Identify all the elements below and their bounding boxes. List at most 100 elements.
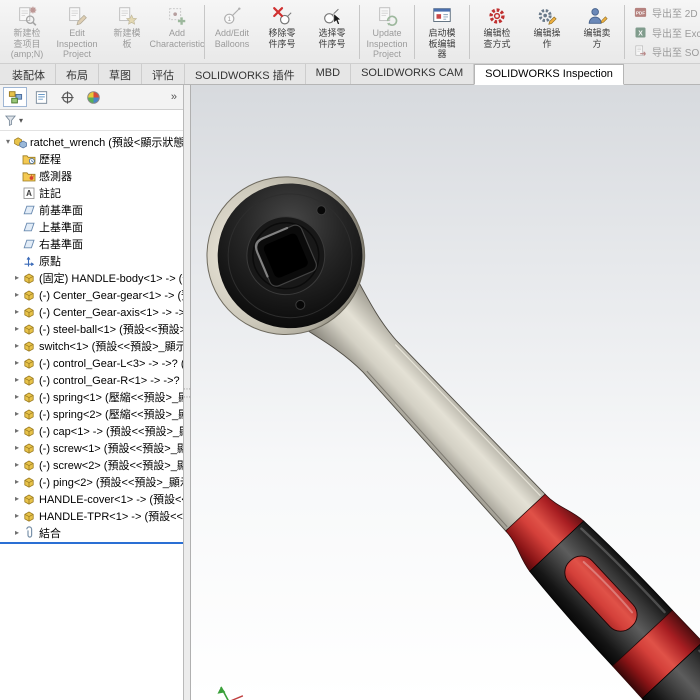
dimxpert-manager-tab[interactable]	[55, 87, 79, 107]
tree-item[interactable]: ▸ (-) screw<1> (預設<<預設>_顯示	[0, 439, 183, 456]
expand-arrow[interactable]: ▸	[12, 426, 22, 435]
expand-arrow[interactable]: ▸	[12, 528, 22, 537]
ribbon-button-label: 编辑操作	[533, 28, 561, 49]
svg-text:A: A	[26, 189, 32, 198]
expand-arrow[interactable]: ▸	[12, 511, 22, 520]
tree-item[interactable]: ▸ (-) control_Gear-L<3> -> ->? (預設<	[0, 354, 183, 371]
tree-item[interactable]: ▸ (-) ping<2> (預設<<預設>_顯示狀	[0, 473, 183, 490]
expand-arrow[interactable]: ▸	[12, 392, 22, 401]
ribbon-button-launch-template-editor[interactable]: 启动模 板编辑器	[417, 1, 467, 63]
ribbon-button-edit-inspection-project[interactable]: Edit Inspection Project	[52, 1, 102, 63]
export-label: 导出至 2D PDF	[652, 8, 700, 20]
ribbon-button-edit-vendor[interactable]: 编辑卖方	[572, 1, 622, 63]
main-content: » ▾ ▾ ratchet_wrench (預設<顯示狀態-1>) 歷程感測器 A 註記…	[0, 85, 700, 700]
ribbon-button-add-edit-balloons[interactable]: 1 Add/Edit Balloons	[207, 1, 257, 63]
ribbon-separator	[359, 5, 360, 59]
ribbon: 新建检 查项目 (amp;N) Edit Inspection Project 新建模板 Ad…	[0, 0, 700, 64]
command-tab[interactable]: 装配体	[2, 64, 56, 84]
property-manager-tab[interactable]	[29, 87, 53, 107]
part-icon	[24, 409, 34, 420]
tree-item[interactable]: ▸ (-) spring<2> (壓縮<<預設>_顯示	[0, 405, 183, 422]
expand-arrow[interactable]: ▸	[12, 494, 22, 503]
ribbon-button-add-characteristic[interactable]: Add Characteristic	[149, 1, 205, 63]
edit-operation-icon	[538, 9, 557, 25]
ribbon-button-export-2d-pdf[interactable]: PDF 导出至 2D PDF	[630, 3, 700, 22]
tree-item[interactable]: ▸ (-) Center_Gear-gear<1> -> (預設	[0, 286, 183, 303]
tree-item[interactable]: ▸ (固定) HANDLE-body<1> -> (預設	[0, 269, 183, 286]
expand-arrow[interactable]: ▸	[12, 324, 22, 333]
part-icon	[24, 426, 34, 437]
ribbon-button-select-balloons[interactable]: 选择零 件序号	[307, 1, 357, 63]
filter-dropdown-caret[interactable]: ▾	[19, 116, 23, 125]
ribbon-button-label: 编辑检 查方式	[483, 28, 511, 49]
tree-item[interactable]: A 註記	[0, 184, 183, 201]
expand-arrow[interactable]: ▸	[12, 307, 22, 316]
template-editor-icon	[433, 8, 451, 22]
expand-arrow[interactable]: ▸	[12, 358, 22, 367]
expand-arrow[interactable]: ▸	[12, 375, 22, 384]
plane-icon	[23, 239, 35, 248]
tree-item[interactable]: ▸ (-) Center_Gear-axis<1> -> ->? (預設	[0, 303, 183, 320]
ribbon-button-edit-operation[interactable]: 编辑操作	[522, 1, 572, 63]
plane-icon	[23, 222, 35, 231]
graphics-viewport[interactable]	[191, 85, 700, 700]
command-tab[interactable]: MBD	[306, 64, 352, 84]
tree-item-label: (-) spring<1> (壓縮<<預設>_顯示	[39, 391, 183, 404]
ribbon-button-label: Add Characteristic	[149, 28, 205, 49]
tree-filter-row[interactable]: ▾	[0, 110, 183, 131]
select-balloon-icon	[324, 8, 342, 25]
tree-item[interactable]: 歷程	[0, 150, 183, 167]
command-tab[interactable]: 草图	[99, 64, 142, 84]
tree-item[interactable]: ▸ (-) steel-ball<1> (預設<<預設>_顯	[0, 320, 183, 337]
tree-item[interactable]: 上基準面	[0, 218, 183, 235]
tree-item[interactable]: ▸ (-) spring<1> (壓縮<<預設>_顯示	[0, 388, 183, 405]
expand-arrow[interactable]: ▾	[3, 137, 13, 146]
tree-item[interactable]: ▸ (-) control_Gear-R<1> -> ->? (預設<	[0, 371, 183, 388]
ribbon-separator	[624, 5, 625, 59]
command-tab[interactable]: 布局	[56, 64, 99, 84]
expand-arrow[interactable]: ▸	[12, 460, 22, 469]
mates-icon	[26, 525, 33, 538]
command-tab[interactable]: 评估	[142, 64, 185, 84]
display-sphere-icon	[86, 90, 100, 104]
tree-item[interactable]: ▸ HANDLE-TPR<1> -> (預設<<預設	[0, 507, 183, 524]
tree-item[interactable]: 原點	[0, 252, 183, 269]
tree-item[interactable]: 前基準面	[0, 201, 183, 218]
panel-splitter[interactable]: ⋮⋮	[183, 85, 192, 700]
tree-item[interactable]: ▸ switch<1> (預設<<預設>_顯示狀	[0, 337, 183, 354]
tree-item[interactable]: 感測器	[0, 167, 183, 184]
ribbon-button-remove-balloons[interactable]: 移除零 件序号	[257, 1, 307, 63]
wrench-grip[interactable]	[493, 482, 700, 700]
ribbon-button-update-inspection-project[interactable]: Update Inspection Project	[362, 1, 412, 63]
tree-item[interactable]: ▸ HANDLE-cover<1> -> (預設<<預設	[0, 490, 183, 507]
tree-end-indicator	[0, 542, 183, 544]
expand-arrow[interactable]: ▸	[12, 341, 22, 350]
command-tab[interactable]: SOLIDWORKS Inspection	[474, 64, 624, 85]
panel-overflow-chevron[interactable]: »	[168, 91, 180, 103]
tree-item[interactable]: ▸ 結合	[0, 524, 183, 541]
tree-item[interactable]: ▸ (-) cap<1> -> (預設<<預設>_顯示	[0, 422, 183, 439]
tree-item[interactable]: 右基準面	[0, 235, 183, 252]
ribbon-button-export-excel[interactable]: X 导出至 Excel	[630, 23, 700, 42]
expand-arrow[interactable]: ▸	[12, 477, 22, 486]
display-manager-tab[interactable]	[81, 87, 105, 107]
expand-arrow[interactable]: ▸	[12, 273, 22, 282]
add-characteristic-icon	[169, 8, 186, 25]
ribbon-button-label: 选择零 件序号	[318, 28, 346, 49]
expand-arrow[interactable]: ▸	[12, 290, 22, 299]
ribbon-button-new-inspection-project[interactable]: 新建检 查项目 (amp;N)	[2, 1, 52, 63]
feature-manager-tab[interactable]	[3, 87, 27, 107]
ribbon-button-edit-inspection-method[interactable]: 编辑检 查方式	[472, 1, 522, 63]
command-tab[interactable]: SOLIDWORKS 插件	[185, 64, 306, 84]
expand-arrow[interactable]: ▸	[12, 409, 22, 418]
part-icon	[24, 358, 34, 369]
ribbon-button-new-template[interactable]: 新建模板	[102, 1, 152, 63]
expand-arrow[interactable]: ▸	[12, 443, 22, 452]
filter-icon	[4, 115, 17, 126]
part-icon	[24, 460, 34, 471]
model-ratchet-wrench[interactable]	[191, 85, 700, 700]
command-tab[interactable]: SOLIDWORKS CAM	[351, 64, 475, 84]
ribbon-button-export-sw-inspection[interactable]: 导出至 SOLIDWORKS Inspection 项目	[630, 42, 700, 61]
tree-item[interactable]: ▾ ratchet_wrench (預設<顯示狀態-1>)	[0, 133, 183, 150]
tree-item[interactable]: ▸ (-) screw<2> (預設<<預設>_顯示	[0, 456, 183, 473]
